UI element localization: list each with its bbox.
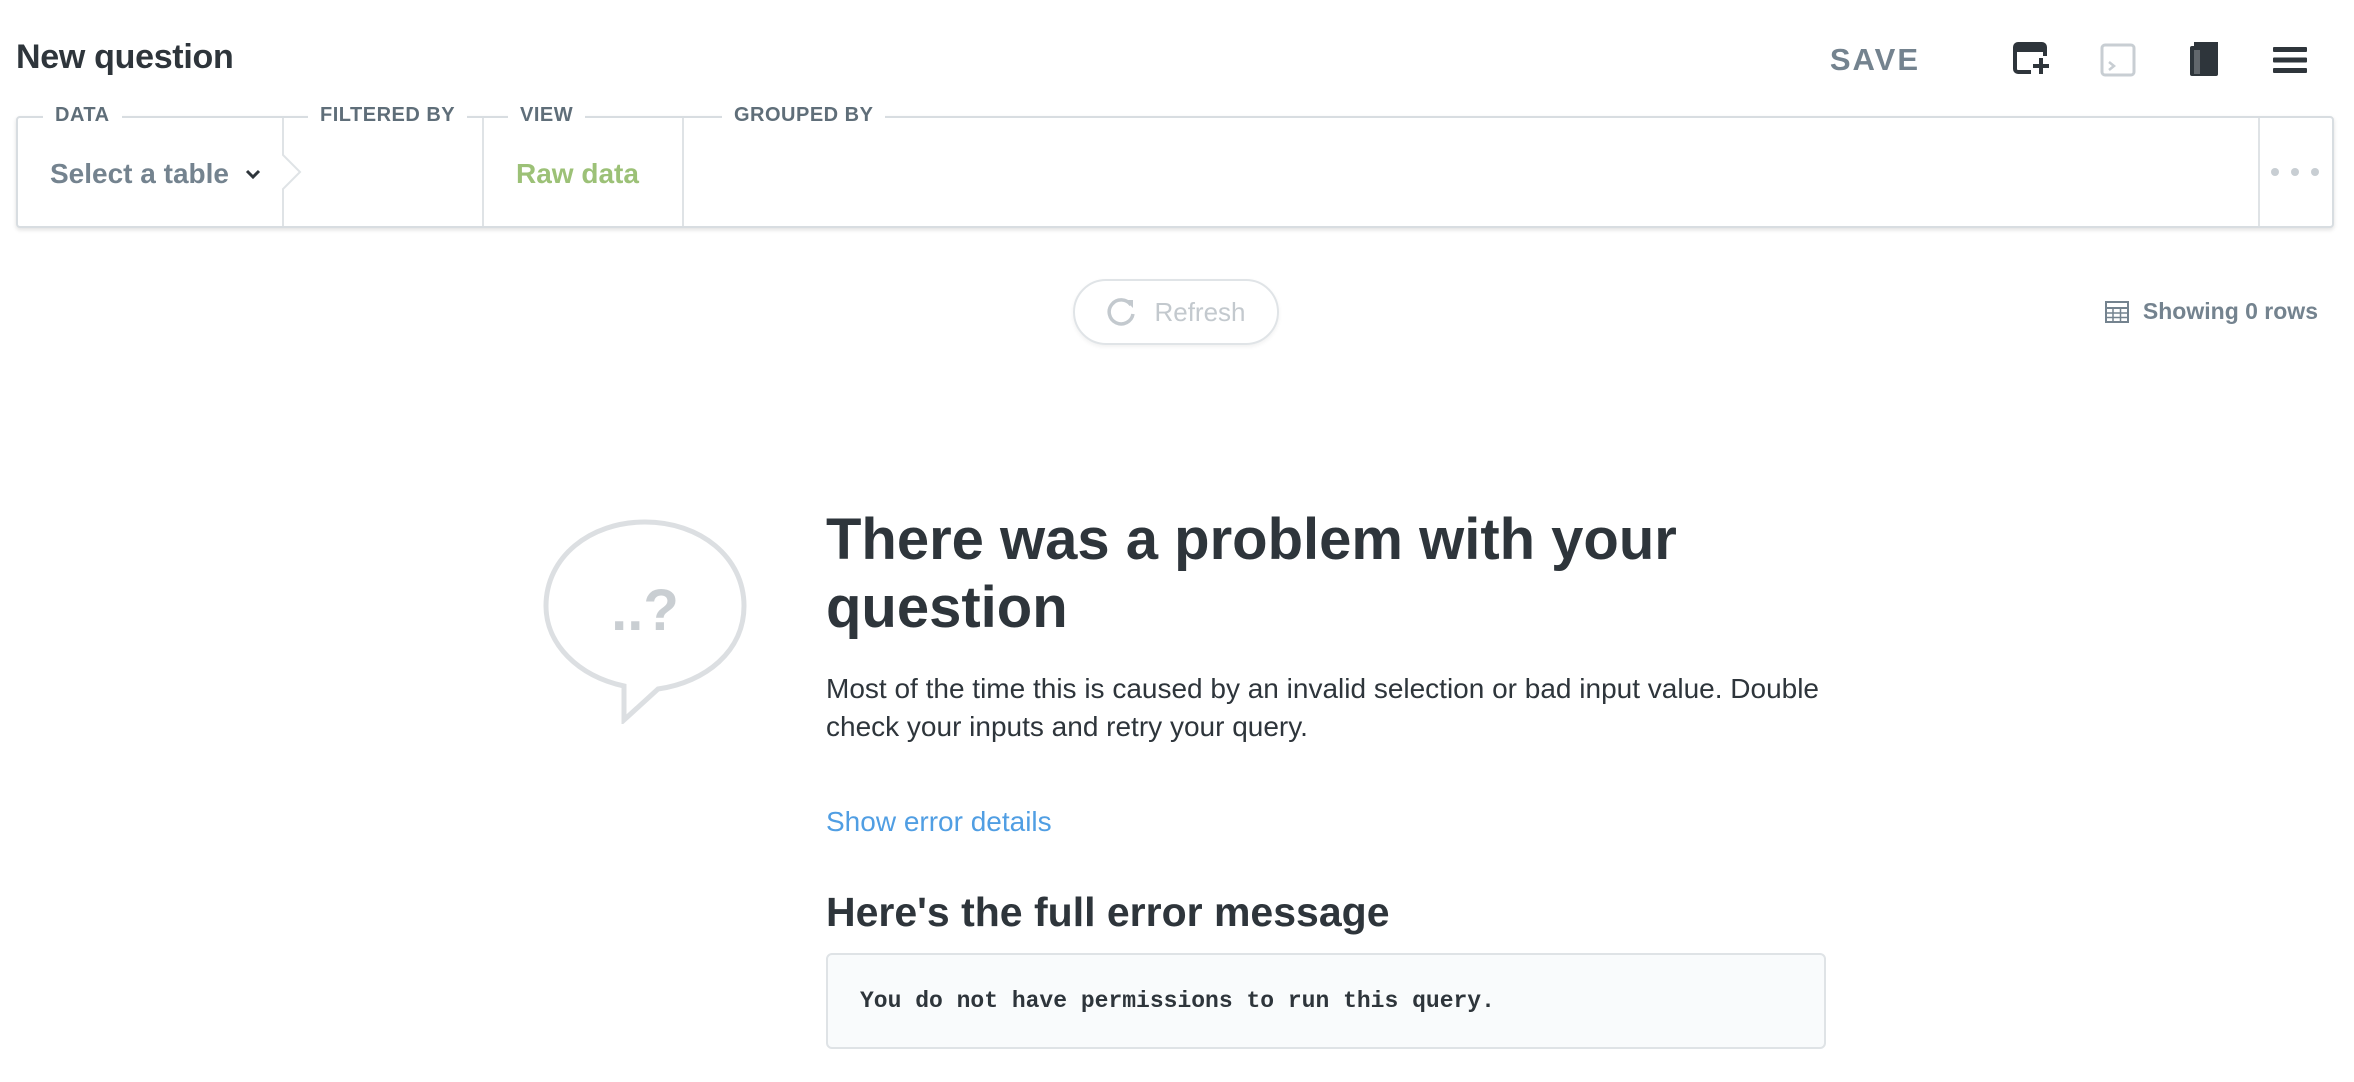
refresh-button[interactable]: Refresh xyxy=(1073,279,1279,345)
native-query-icon[interactable] xyxy=(2094,36,2142,84)
menu-icon[interactable] xyxy=(2266,36,2314,84)
reference-book-icon[interactable] xyxy=(2180,36,2228,84)
filter-section[interactable]: FILTERED BY xyxy=(282,104,484,226)
row-count-label: Showing 0 rows xyxy=(2142,298,2318,324)
group-section[interactable]: GROUPED BY xyxy=(682,104,2260,226)
bubble-text: ..? xyxy=(611,578,679,643)
more-options-button[interactable] xyxy=(2258,118,2332,226)
refresh-label: Refresh xyxy=(1154,296,1246,327)
error-description: Most of the time this is caused by an in… xyxy=(826,673,1820,742)
error-speech-bubble-icon: ..? xyxy=(543,519,747,724)
page-title: New question xyxy=(16,38,234,76)
show-error-details-link[interactable]: Show error details xyxy=(826,806,1052,838)
add-to-dashboard-icon[interactable] xyxy=(2008,36,2056,84)
table-icon xyxy=(2104,300,2129,323)
ellipsis-icon xyxy=(2271,168,2319,176)
full-error-heading: Here's the full error message xyxy=(826,889,1390,935)
group-label: GROUPED BY xyxy=(722,104,886,127)
error-message-box: You do not have permissions to run this … xyxy=(826,953,1826,1049)
save-button[interactable]: SAVE xyxy=(1830,42,1920,78)
filter-label: FILTERED BY xyxy=(308,104,468,127)
view-label: VIEW xyxy=(508,104,586,127)
data-label: DATA xyxy=(43,104,122,127)
select-table-dropdown[interactable]: Select a table xyxy=(50,158,261,190)
row-count: Showing 0 rows xyxy=(2104,298,2318,325)
query-builder-bar: DATA Select a table FILTERED BY VIEW Raw… xyxy=(16,104,2334,228)
view-section[interactable]: VIEW Raw data xyxy=(482,104,684,226)
data-section: DATA Select a table xyxy=(18,104,284,226)
header-actions: SAVE xyxy=(1830,36,2314,84)
error-message-text: You do not have permissions to run this … xyxy=(860,988,1495,1014)
chevron-down-icon xyxy=(245,169,261,180)
select-table-label: Select a table xyxy=(50,158,229,189)
refresh-icon xyxy=(1107,298,1136,326)
error-title: There was a problem with your question xyxy=(826,507,1677,640)
view-value[interactable]: Raw data xyxy=(516,158,639,190)
